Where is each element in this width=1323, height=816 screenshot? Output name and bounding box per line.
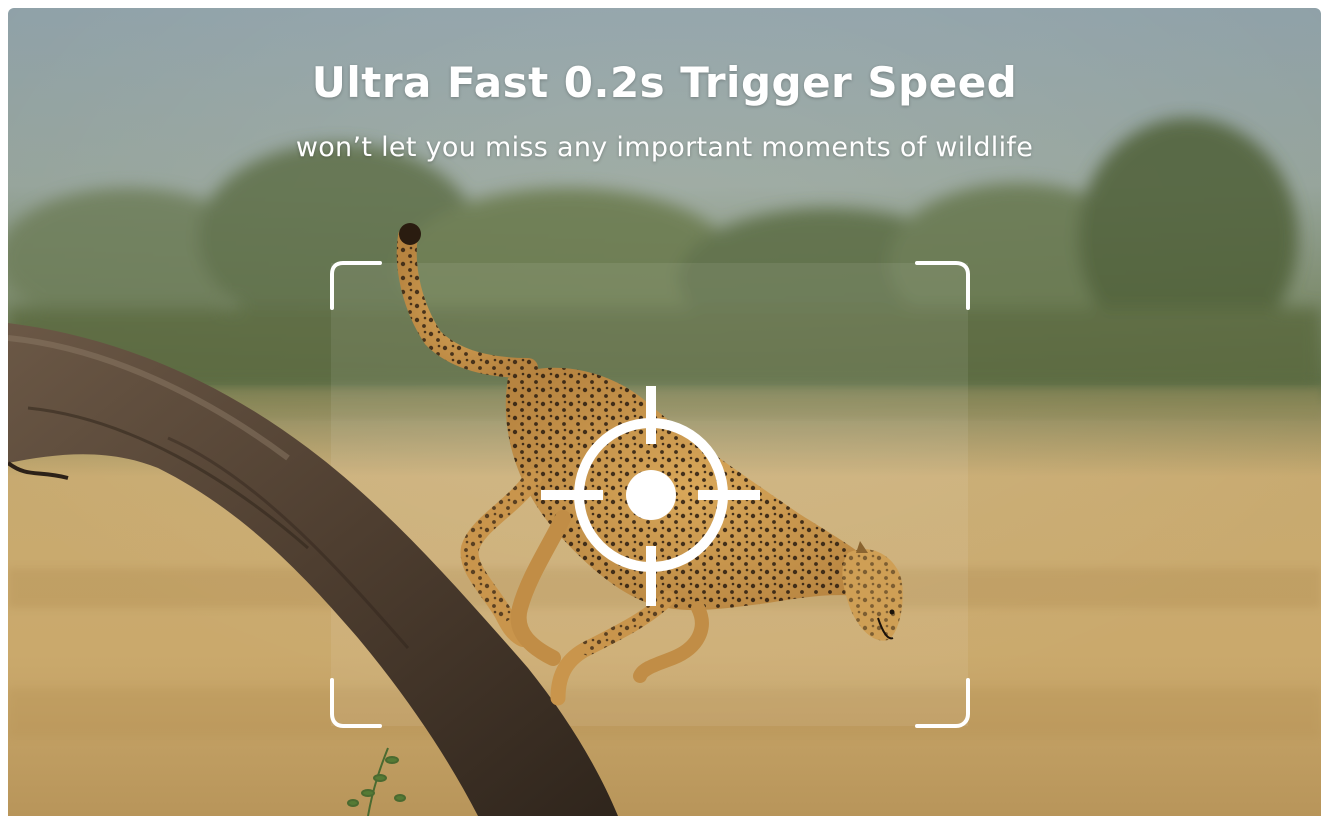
- subheadline: won’t let you miss any important moments…: [295, 132, 1034, 163]
- headline: Ultra Fast 0.2s Trigger Speed: [311, 58, 1018, 107]
- product-feature-banner: Ultra Fast 0.2s Trigger Speed won’t let …: [8, 8, 1321, 816]
- wildlife-photo: [8, 8, 1321, 816]
